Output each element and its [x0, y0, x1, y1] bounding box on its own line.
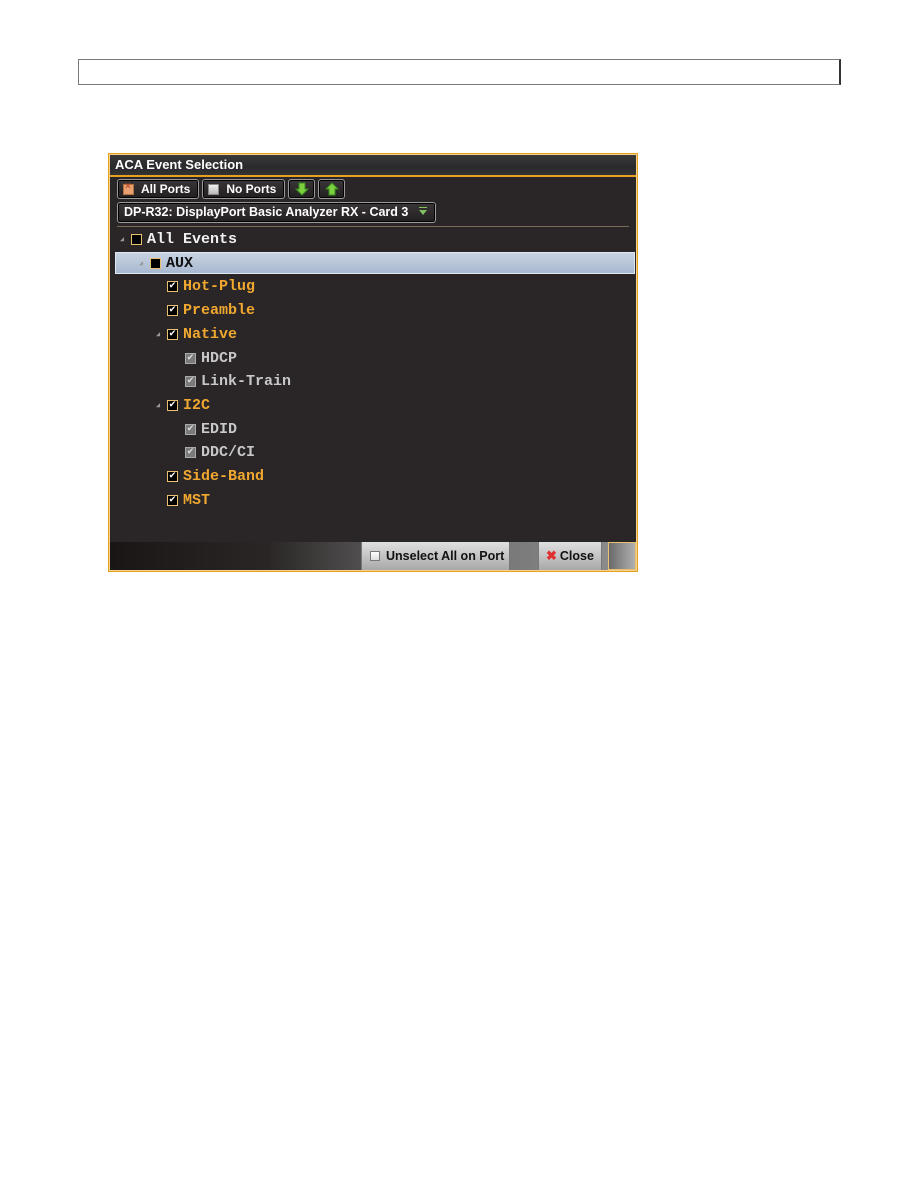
chevron-down-icon	[419, 207, 427, 215]
tree-checkbox[interactable]: ✔	[167, 494, 178, 506]
unselect-all-on-port-button[interactable]: Unselect All on Port	[361, 542, 510, 570]
expander-icon[interactable]: ◢	[155, 401, 161, 410]
all-ports-label: All Ports	[141, 182, 191, 196]
resize-grip[interactable]	[608, 542, 636, 570]
tree-item[interactable]: ◢ All Events	[109, 228, 637, 250]
dialog-footer: Unselect All on Port ✖ Close	[110, 542, 636, 570]
tree-item[interactable]: ✔ Preamble	[109, 299, 637, 321]
tree-item-label: Preamble	[183, 301, 256, 319]
tree-item[interactable]: ✔ HDCP	[109, 347, 637, 369]
expander-icon[interactable]: ◢	[119, 235, 125, 244]
tree-item-label: AUX	[166, 254, 194, 272]
tree-checkbox[interactable]: ✔	[185, 375, 196, 387]
tree-item[interactable]: ◢ AUX	[115, 252, 635, 274]
expander-icon[interactable]: ◢	[155, 330, 161, 339]
move-up-button[interactable]	[318, 179, 346, 199]
close-x-icon: ✖	[546, 548, 557, 563]
tree-item[interactable]: ◢ ✔ I2C	[109, 394, 637, 416]
tree-checkbox[interactable]: ✔	[167, 280, 178, 292]
aca-event-selection-dialog: ACA Event Selection All Ports No Ports D…	[108, 153, 638, 572]
tree-item[interactable]: ✔ DDC/CI	[109, 441, 637, 463]
tree-item-label: MST	[183, 491, 211, 509]
tree-checkbox[interactable]: ✔	[167, 328, 178, 340]
tree-item-label: DDC/CI	[201, 443, 256, 461]
move-down-button[interactable]	[288, 179, 316, 199]
all-ports-button[interactable]: All Ports	[117, 179, 200, 199]
tree-item-label: All Events	[147, 230, 238, 248]
tree-checkbox[interactable]: ✔	[167, 470, 178, 482]
divider	[117, 226, 629, 227]
tree-checkbox[interactable]	[131, 233, 142, 245]
tree-item[interactable]: ◢ ✔ Native	[109, 323, 637, 345]
checkbox-empty-icon	[208, 183, 220, 195]
checkbox-icon	[370, 551, 380, 561]
tree-checkbox[interactable]: ✔	[167, 304, 178, 316]
unselect-all-label: Unselect All on Port	[386, 549, 505, 563]
tree-item[interactable]: ✔ Hot-Plug	[109, 275, 637, 297]
port-select-value: DP-R32: DisplayPort Basic Analyzer RX - …	[124, 205, 409, 219]
tree-item-label: Native	[183, 325, 238, 343]
tree-item-label: Link-Train	[201, 372, 292, 390]
no-ports-label: No Ports	[226, 182, 277, 196]
dialog-title: ACA Event Selection	[110, 155, 636, 177]
arrow-down-icon	[294, 182, 309, 196]
close-label: Close	[559, 549, 594, 563]
tree-item-label: I2C	[183, 396, 211, 414]
tree-item[interactable]: ✔ Side-Band	[109, 465, 637, 487]
tree-checkbox[interactable]	[150, 257, 161, 269]
toolbar: All Ports No Ports	[117, 179, 346, 199]
tree-item[interactable]: ✔ MST	[109, 489, 637, 511]
tree-checkbox[interactable]: ✔	[185, 352, 196, 364]
tree-checkbox[interactable]: ✔	[167, 399, 178, 411]
tree-item-label: EDID	[201, 420, 238, 438]
arrow-up-icon	[324, 182, 339, 196]
port-select-dropdown[interactable]: DP-R32: DisplayPort Basic Analyzer RX - …	[117, 202, 436, 223]
tree-checkbox[interactable]: ✔	[185, 423, 196, 435]
checkbox-x-icon	[123, 181, 134, 195]
close-button[interactable]: ✖ Close	[538, 542, 602, 570]
tree-item-label: HDCP	[201, 349, 238, 367]
tree-item[interactable]: ✔ Link-Train	[109, 370, 637, 392]
tree-item-label: Hot-Plug	[183, 277, 256, 295]
no-ports-button[interactable]: No Ports	[202, 179, 286, 199]
tree-checkbox[interactable]: ✔	[185, 446, 196, 458]
tree-item[interactable]: ✔ EDID	[109, 418, 637, 440]
tree-item-label: Side-Band	[183, 467, 265, 485]
expander-icon[interactable]: ◢	[138, 259, 144, 268]
page-header-box	[78, 59, 841, 85]
